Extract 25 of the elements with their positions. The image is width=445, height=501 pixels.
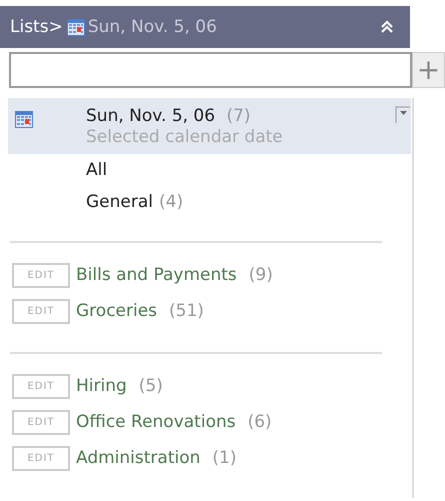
list-link[interactable]: Bills and Payments [76, 265, 237, 285]
list-link[interactable]: Office Renovations [76, 412, 236, 432]
list-item[interactable]: General [86, 192, 153, 212]
dropdown-icon[interactable] [395, 106, 411, 124]
add-button[interactable]: + [412, 52, 445, 88]
item-count: (1) [212, 448, 236, 468]
item-count: (51) [169, 301, 204, 321]
item-count: (9) [248, 265, 273, 285]
item-count: (7) [226, 106, 251, 126]
item-count: (5) [138, 376, 163, 396]
list-item[interactable]: Sun, Nov. 5, 06 (7) Selected calendar date [8, 98, 411, 154]
input-field[interactable] [9, 52, 412, 88]
calendar-icon [66, 18, 85, 36]
collapse-icon[interactable] [380, 20, 394, 34]
header-title: Sun, Nov. 5, 06 [88, 17, 217, 37]
item-label: Sun, Nov. 5, 06 [86, 106, 216, 126]
list-link[interactable]: Administration [76, 448, 200, 468]
list-link[interactable]: Groceries [76, 301, 158, 321]
item-count: (6) [248, 412, 272, 432]
list-item[interactable]: All [86, 160, 108, 180]
item-count: (4) [159, 192, 184, 212]
item-subtitle: Selected calendar date [86, 127, 283, 148]
list-link[interactable]: Hiring [76, 376, 127, 396]
breadcrumb-link[interactable]: Lists> [10, 17, 63, 37]
calendar-icon [15, 111, 33, 128]
